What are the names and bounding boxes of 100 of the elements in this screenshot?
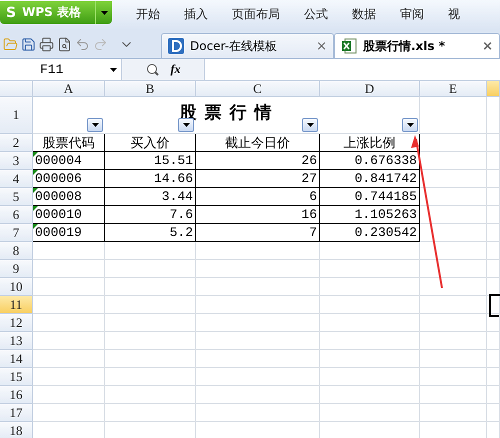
table-cell[interactable]: 15.51 <box>105 152 196 170</box>
empty-cell[interactable] <box>320 404 420 422</box>
close-icon[interactable]: × <box>482 38 493 54</box>
row-header[interactable]: 17 <box>0 404 33 422</box>
empty-cell[interactable] <box>105 332 196 350</box>
empty-cell[interactable] <box>105 314 196 332</box>
empty-cell[interactable] <box>420 260 487 278</box>
save-icon[interactable] <box>21 36 36 52</box>
empty-cell[interactable] <box>420 404 487 422</box>
empty-cell[interactable] <box>196 386 320 404</box>
empty-cell[interactable] <box>487 350 500 368</box>
function-button[interactable]: fx <box>170 62 180 77</box>
menu-item[interactable]: 开始 <box>136 6 160 23</box>
empty-cell[interactable] <box>420 314 487 332</box>
table-cell[interactable]: 7 <box>196 224 320 242</box>
empty-cell[interactable] <box>487 404 500 422</box>
row-header[interactable]: 2 <box>0 134 33 152</box>
table-header-cell[interactable]: 截止今日价 <box>196 134 320 152</box>
empty-cell[interactable] <box>320 314 420 332</box>
table-cell[interactable]: 0.841742 <box>320 170 420 188</box>
menu-item[interactable]: 审阅 <box>400 6 424 23</box>
table-cell[interactable]: 000006 <box>33 170 105 188</box>
empty-cell[interactable] <box>105 242 196 260</box>
empty-cell[interactable] <box>487 152 500 170</box>
empty-cell[interactable] <box>196 332 320 350</box>
empty-cell[interactable] <box>105 386 196 404</box>
empty-cell[interactable] <box>487 260 500 278</box>
menu-item[interactable]: 数据 <box>352 6 376 23</box>
row-header[interactable]: 16 <box>0 386 33 404</box>
empty-cell[interactable] <box>487 368 500 386</box>
empty-cell[interactable] <box>420 188 487 206</box>
column-header[interactable]: C <box>196 81 320 97</box>
selected-cell[interactable] <box>487 296 500 314</box>
filter-dropdown-button[interactable] <box>402 118 418 132</box>
table-cell[interactable]: 0.676338 <box>320 152 420 170</box>
empty-cell[interactable] <box>420 368 487 386</box>
close-icon[interactable]: × <box>316 38 327 54</box>
empty-cell[interactable] <box>487 242 500 260</box>
empty-cell[interactable] <box>196 296 320 314</box>
table-cell[interactable]: 000004 <box>33 152 105 170</box>
empty-cell[interactable] <box>196 314 320 332</box>
empty-cell[interactable] <box>420 296 487 314</box>
empty-cell[interactable] <box>420 332 487 350</box>
empty-cell[interactable] <box>420 278 487 296</box>
menu-item[interactable]: 视 <box>448 6 460 23</box>
empty-cell[interactable] <box>487 170 500 188</box>
table-header-cell[interactable]: 买入价 <box>105 134 196 152</box>
table-cell[interactable]: 000010 <box>33 206 105 224</box>
empty-cell[interactable] <box>320 242 420 260</box>
column-header[interactable]: B <box>105 81 196 97</box>
row-header[interactable]: 12 <box>0 314 33 332</box>
empty-cell[interactable] <box>105 278 196 296</box>
filter-dropdown-button[interactable] <box>87 118 103 132</box>
empty-cell[interactable] <box>420 134 487 152</box>
empty-cell[interactable] <box>420 350 487 368</box>
row-header[interactable]: 11 <box>0 296 33 314</box>
empty-cell[interactable] <box>105 404 196 422</box>
empty-cell[interactable] <box>487 332 500 350</box>
document-tab[interactable]: Docer-在线模板 × <box>160 33 334 58</box>
empty-cell[interactable] <box>420 386 487 404</box>
select-all-corner[interactable] <box>0 81 33 97</box>
empty-cell[interactable] <box>420 97 487 134</box>
row-header[interactable]: 9 <box>0 260 33 278</box>
empty-cell[interactable] <box>320 278 420 296</box>
redo-icon[interactable] <box>93 36 108 52</box>
row-header[interactable]: 6 <box>0 206 33 224</box>
row-header[interactable]: 10 <box>0 278 33 296</box>
row-header[interactable]: 15 <box>0 368 33 386</box>
empty-cell[interactable] <box>320 332 420 350</box>
search-icon[interactable] <box>146 63 158 76</box>
table-cell[interactable]: 26 <box>196 152 320 170</box>
column-header[interactable] <box>487 81 500 97</box>
document-tab[interactable]: 股票行情.xls * × <box>334 33 500 58</box>
table-cell[interactable]: 000008 <box>33 188 105 206</box>
column-header[interactable]: D <box>320 81 420 97</box>
row-header[interactable]: 1 <box>0 97 33 134</box>
empty-cell[interactable] <box>320 296 420 314</box>
empty-cell[interactable] <box>105 350 196 368</box>
empty-cell[interactable] <box>105 296 196 314</box>
empty-cell[interactable] <box>487 134 500 152</box>
empty-cell[interactable] <box>420 206 487 224</box>
print-preview-icon[interactable] <box>57 36 72 52</box>
table-cell[interactable]: 0.744185 <box>320 188 420 206</box>
empty-cell[interactable] <box>487 386 500 404</box>
empty-cell[interactable] <box>420 242 487 260</box>
row-header[interactable]: 18 <box>0 422 33 438</box>
row-header[interactable]: 14 <box>0 350 33 368</box>
table-cell[interactable]: 14.66 <box>105 170 196 188</box>
table-cell[interactable]: 1.105263 <box>320 206 420 224</box>
empty-cell[interactable] <box>320 350 420 368</box>
printer-icon[interactable] <box>39 36 54 52</box>
table-cell[interactable]: 0.230542 <box>320 224 420 242</box>
row-header[interactable]: 7 <box>0 224 33 242</box>
row-header[interactable]: 8 <box>0 242 33 260</box>
table-header-cell[interactable]: 股票代码 <box>33 134 105 152</box>
empty-cell[interactable] <box>320 368 420 386</box>
empty-cell[interactable] <box>420 152 487 170</box>
empty-cell[interactable] <box>487 188 500 206</box>
empty-cell[interactable] <box>196 368 320 386</box>
empty-cell[interactable] <box>196 242 320 260</box>
